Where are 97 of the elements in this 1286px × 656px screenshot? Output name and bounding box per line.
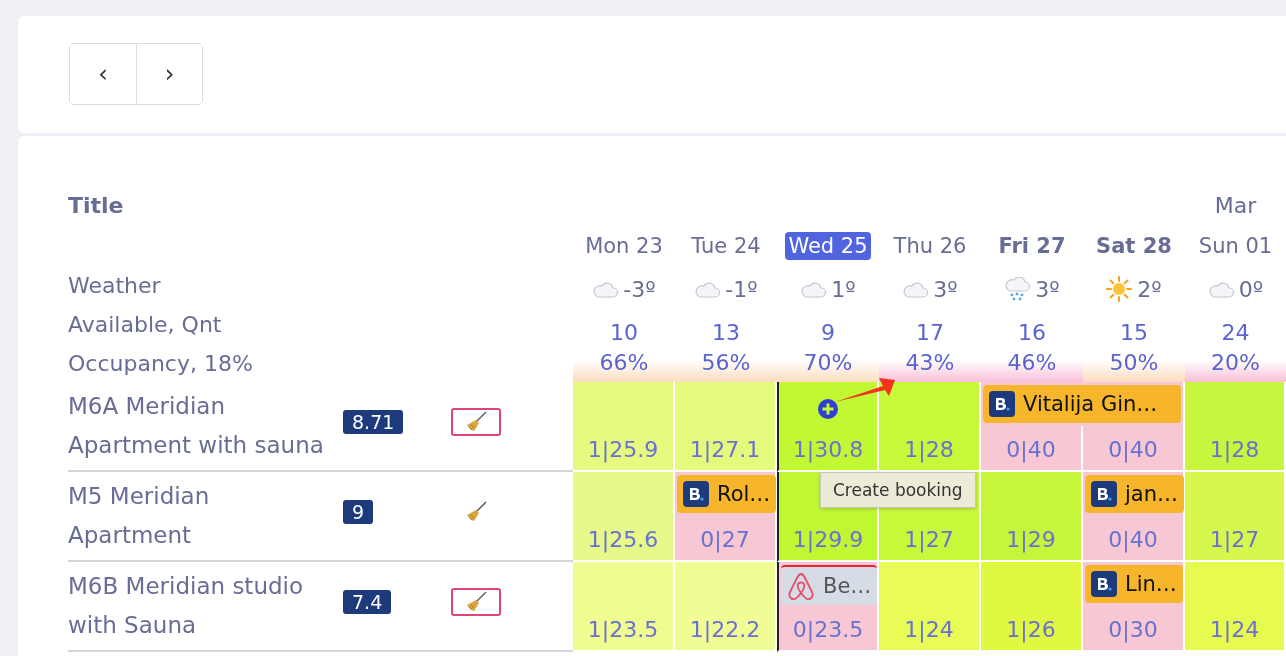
availability-price: 1|27 [904,527,954,555]
temperature: 3º [933,276,958,302]
tooltip: Create booking [820,472,976,508]
availability-price: 0|40 [1108,527,1158,555]
row-label: Weather [68,272,161,300]
occupancy-percent: 66% [599,349,649,377]
day-label: Wed 25 [785,232,871,260]
add-icon[interactable] [817,398,839,420]
airbnb-logo-icon [787,571,815,601]
row-label: Available, Qnt [68,311,222,339]
availability-price: 1|29.9 [792,527,864,555]
day-label: Mon 23 [584,233,664,260]
available-count: 24 [1221,319,1250,347]
available-count: 17 [916,319,944,347]
day-cell[interactable]: 1|25.9 [573,382,675,472]
row-label: Occupancy, 18% [68,350,253,378]
availability-price: 1|28 [904,437,954,465]
day-cell[interactable]: 0|27 [675,516,777,562]
day-label: Sun 01 [1197,233,1274,260]
temperature: -1º [725,276,758,302]
day-cell[interactable]: 0|40 [1083,426,1185,472]
booking-chip[interactable]: jan… [1085,475,1184,513]
day-label: Fri 27 [997,233,1067,260]
available-count: 16 [1018,319,1046,347]
day-cell[interactable]: 0|40 [1083,516,1185,562]
day-cell[interactable]: 0|40 [981,426,1083,472]
cleaning-button[interactable] [451,588,501,616]
score-badge: 7.4 [343,590,392,614]
day-cell[interactable]: 1|28 [879,382,981,472]
temperature: 1º [831,276,856,302]
booking-chip[interactable]: Rol… [677,475,777,513]
booking-logo-icon [989,391,1015,417]
booking-chip[interactable]: Lin… [1085,565,1183,603]
availability-price: 0|23.5 [792,617,864,645]
day-cell[interactable]: 1|30.8 [777,382,879,472]
temperature: 2º [1137,276,1162,302]
availability-price: 1|22.2 [689,617,761,645]
occupancy-percent: 46% [1007,349,1057,377]
day-label: Tue 24 [690,233,762,260]
available-count: 10 [610,319,638,347]
availability-price: 1|24 [1209,617,1260,645]
next-button[interactable]: › [136,44,202,104]
availability-price: 1|25.9 [587,437,659,465]
availability-price: 1|29 [1006,527,1056,555]
room-name: M6A Meridian Apartment with sauna [68,392,325,460]
booking-logo-icon [1091,481,1117,507]
booking-logo-icon [683,481,709,507]
availability-price: 1|27 [1209,527,1260,555]
day-cell[interactable]: 1|22.2 [675,562,777,652]
occupancy-percent: 56% [701,349,751,377]
booking-logo-icon [1091,571,1117,597]
availability-price: 0|30 [1108,617,1158,645]
broom-icon [464,410,488,434]
day-label: Sat 28 [1095,233,1173,260]
cleaning-button[interactable] [451,408,501,436]
occupancy-percent: 50% [1109,349,1159,377]
availability-price: 1|28 [1209,437,1260,465]
day-cell[interactable]: 1|23.5 [573,562,675,652]
availability-price: 1|23.5 [587,617,659,645]
broom-icon [464,500,488,524]
temperature: 0º [1238,276,1264,302]
day-cell[interactable]: 1|24 [879,562,981,652]
availability-price: 1|24 [904,617,954,645]
month-label: Mar [1214,193,1257,218]
day-cell[interactable]: 1|25.6 [573,472,675,562]
occupancy-percent: 43% [905,349,955,377]
temperature: -3º [623,276,656,302]
availability-price: 1|30.8 [792,437,864,465]
availability-price: 1|27.1 [689,437,761,465]
score-badge: 8.71 [343,410,404,434]
available-count: 13 [712,319,740,347]
occupancy-percent: 20% [1211,349,1260,377]
column-title: Title [68,193,125,218]
availability-price: 0|40 [1006,437,1056,465]
day-cell[interactable]: 1|27.1 [675,382,777,472]
available-count: 15 [1120,319,1148,347]
room-name: M6B Meridian studio with Sauna [68,572,305,640]
occupancy-percent: 70% [803,349,853,377]
day-cell[interactable]: 0|30 [1083,606,1185,652]
temperature: 3º [1035,276,1060,302]
booking-chip[interactable]: Vitalija Gin… [983,385,1181,423]
room-name: M5 Meridian Apartment [68,482,211,550]
day-cell[interactable]: 0|23.5 [777,606,879,652]
day-cell[interactable]: 1|29 [981,472,1083,562]
score-badge: 9 [343,500,374,524]
day-cell[interactable]: 1|26 [981,562,1083,652]
day-label: Thu 26 [892,233,968,260]
day-cell[interactable]: 1|24 [1185,562,1286,652]
day-cell[interactable]: 1|27 [1185,472,1286,562]
day-cell[interactable]: 1|28 [1185,382,1286,472]
availability-price: 1|26 [1006,617,1056,645]
booking-chip[interactable]: Be… [781,565,878,605]
availability-price: 1|25.6 [587,527,659,555]
broom-icon [464,590,488,614]
availability-price: 0|40 [1108,437,1158,465]
availability-price: 0|27 [700,527,750,555]
available-count: 9 [821,319,835,347]
